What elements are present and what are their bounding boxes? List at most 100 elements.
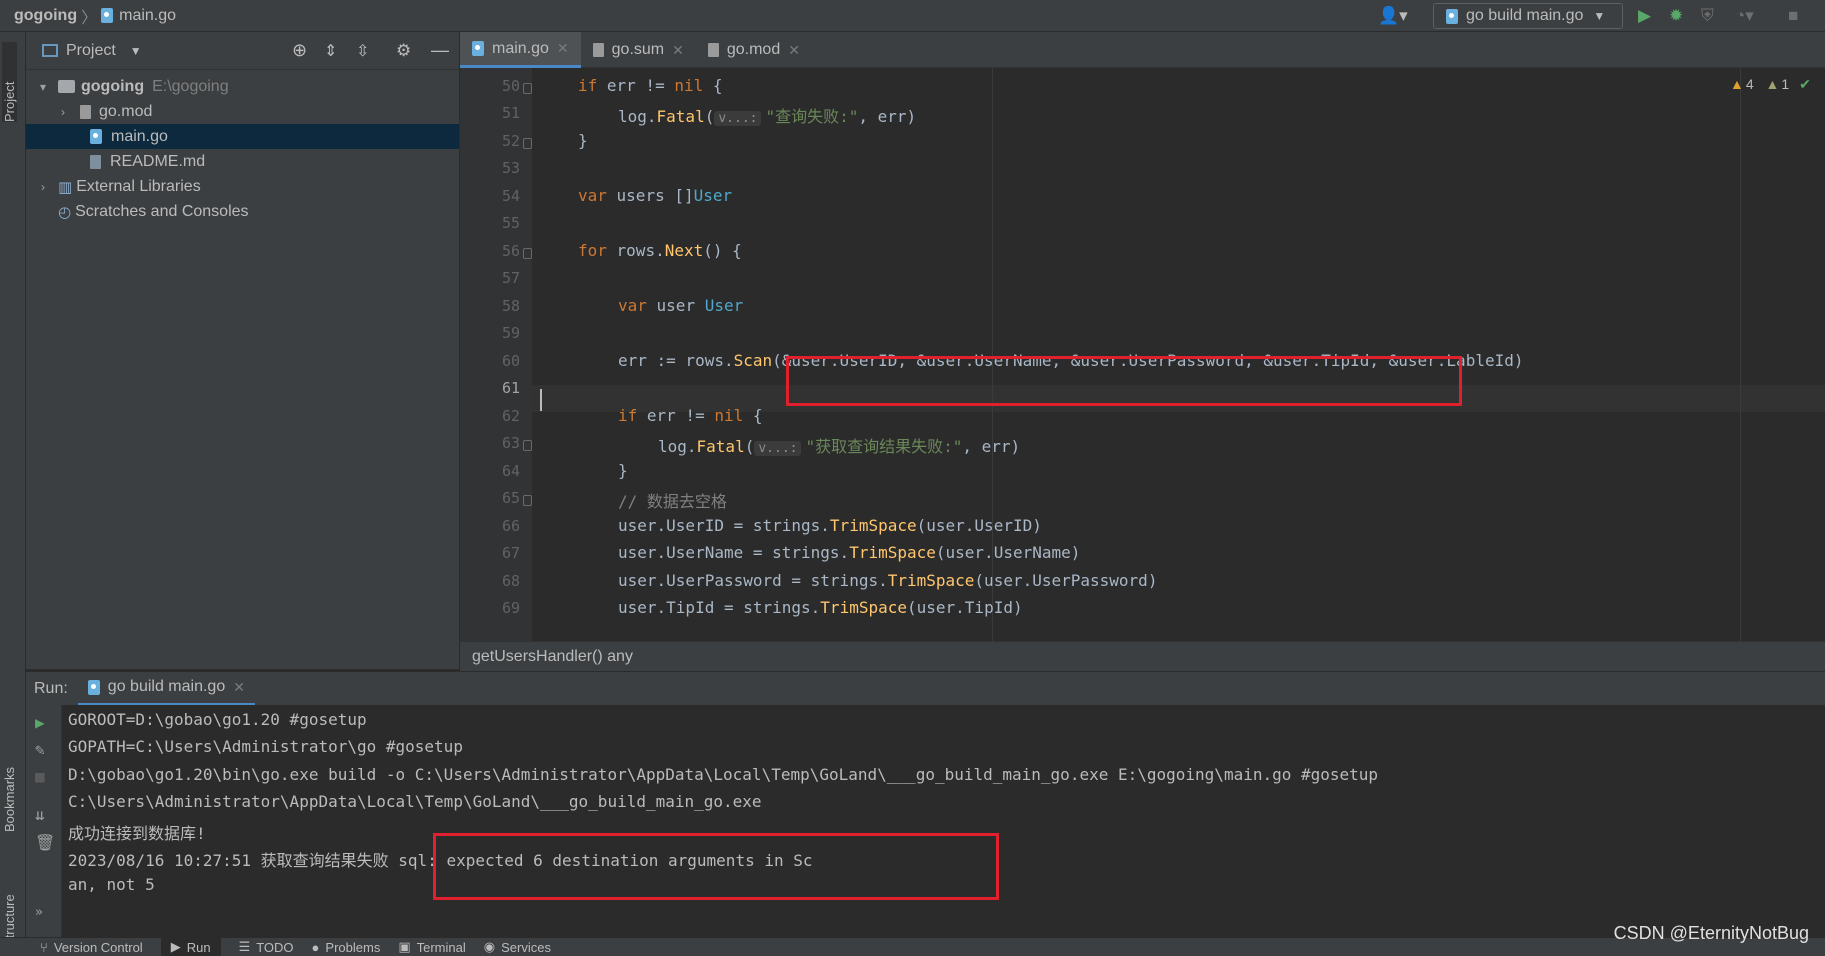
line-number: 64 xyxy=(501,461,520,480)
line-number: 68 xyxy=(501,571,520,590)
tab-services[interactable]: ◉ Services xyxy=(484,938,551,956)
editor-tab-bar: main.go ✕ go.sum ✕ go.mod ✕ xyxy=(460,32,1825,68)
tree-item-scratches[interactable]: ◴ Scratches and Consoles xyxy=(26,199,459,224)
tab-terminal[interactable]: ▣ Terminal xyxy=(398,938,465,956)
library-icon: ▥ xyxy=(58,178,73,196)
close-icon[interactable]: ✕ xyxy=(788,42,800,59)
project-panel-header: Project ▼ ⊕ ⇕ ⇳ ⚙ — xyxy=(26,32,459,70)
wrench-icon[interactable]: ✎ xyxy=(35,740,45,759)
stop-icon[interactable]: ■ xyxy=(1788,6,1798,26)
tree-item-go-mod[interactable]: › go.mod xyxy=(26,99,459,124)
tab-problems[interactable]: ● Problems xyxy=(312,938,381,956)
tree-item-label: go.mod xyxy=(99,102,153,120)
line-number: 69 xyxy=(501,599,520,617)
stop-icon[interactable]: ■ xyxy=(35,767,45,786)
fold-marker-icon[interactable] xyxy=(523,82,532,94)
run-icon[interactable]: ▶ xyxy=(1638,6,1651,26)
project-view-icon xyxy=(42,44,58,57)
tab-version-control[interactable]: ⑂ Version Control xyxy=(40,938,143,956)
debug-icon[interactable]: ✹ xyxy=(1669,6,1683,26)
tab-main-go[interactable]: main.go ✕ xyxy=(460,32,581,68)
fold-marker-icon[interactable] xyxy=(523,440,532,451)
bookmarks-tool-tab[interactable]: Bookmarks xyxy=(2,722,17,832)
chevron-down-icon: ▼ xyxy=(1593,9,1606,23)
terminal-icon: ▣ xyxy=(398,939,411,954)
breadcrumb-file[interactable]: main.go xyxy=(119,7,176,25)
chevron-down-icon[interactable]: ▾ xyxy=(36,80,50,94)
project-view-selector[interactable]: Project xyxy=(66,42,116,60)
console-line: GOROOT=D:\gobao\go1.20 #gosetup xyxy=(68,710,367,729)
project-tool-tab[interactable]: Project xyxy=(2,42,17,122)
run-configuration-selector[interactable]: go build main.go ▼ xyxy=(1433,3,1623,29)
close-icon[interactable]: ✕ xyxy=(557,40,569,57)
services-icon: ◉ xyxy=(483,939,496,954)
tab-todo[interactable]: ☰ TODO xyxy=(239,938,294,956)
fold-marker-icon[interactable] xyxy=(523,137,532,149)
collapse-all-icon[interactable]: ⇳ xyxy=(356,41,369,61)
tree-item-external-libraries[interactable]: › ▥ External Libraries xyxy=(26,174,459,199)
run-console[interactable]: ▶ ✎ ■ ⇊ 🗑 » GOROOT=D:\gobao\go1.20 #gose… xyxy=(26,705,1825,937)
tree-item-main-go[interactable]: main.go xyxy=(26,124,459,149)
rerun-icon[interactable]: ▶ xyxy=(35,713,45,732)
code-line-69: user.TipId = strings.TrimSpace(user.TipI… xyxy=(618,598,1023,617)
line-number: 62 xyxy=(501,406,520,425)
line-number: 53 xyxy=(501,159,520,177)
gear-icon[interactable]: ⚙ xyxy=(396,41,411,61)
tab-label: go.sum xyxy=(611,41,665,58)
go-file-icon xyxy=(1446,8,1458,24)
line-number: 56 xyxy=(501,241,520,260)
project-panel: Project ▼ ⊕ ⇕ ⇳ ⚙ — ▾ gogoing E:\gogoing… xyxy=(26,32,459,669)
trash-icon[interactable]: 🗑 xyxy=(35,833,55,852)
coverage-icon[interactable]: ⛨ xyxy=(1701,6,1714,26)
bottom-tool-bar: ⑂ Version Control ▶ Run ☰ TODO ● Problems ▣ T… xyxy=(0,937,1825,956)
user-account-icon[interactable]: 👤▾ xyxy=(1378,6,1408,26)
structure-tool-tab[interactable]: Structure xyxy=(2,847,17,947)
bottom-tab-label: TODO xyxy=(256,939,294,955)
tree-item-label: gogoing xyxy=(81,77,145,95)
tree-item-project-root[interactable]: ▾ gogoing E:\gogoing xyxy=(26,74,459,99)
check-icon: ✔ xyxy=(1799,76,1811,92)
tree-item-readme[interactable]: README.md xyxy=(26,149,459,174)
hide-panel-icon[interactable]: — xyxy=(431,40,449,61)
breadcrumb-project[interactable]: gogoing xyxy=(14,7,77,25)
tree-item-label: main.go xyxy=(111,127,168,145)
locate-file-icon[interactable]: ⊕ xyxy=(292,40,307,61)
inspection-widget[interactable]: ▲ 4 ▲ 1 ✔ xyxy=(1730,76,1811,93)
close-icon[interactable]: ✕ xyxy=(233,679,245,696)
tab-go-sum[interactable]: go.sum ✕ xyxy=(581,32,696,68)
problems-icon: ● xyxy=(311,939,320,955)
list-icon: ☰ xyxy=(238,939,251,954)
code-line-52: } xyxy=(578,131,588,150)
expand-all-icon[interactable]: ⇕ xyxy=(324,41,337,61)
code-line-56: for rows.Next() { xyxy=(578,241,742,260)
console-line: 成功连接到数据库! xyxy=(68,824,206,843)
code-line-62: if err != nil { xyxy=(618,406,763,425)
warning-count: 4 xyxy=(1745,76,1754,92)
scroll-to-end-icon[interactable]: ⇊ xyxy=(35,805,45,824)
chevron-right-icon[interactable]: › xyxy=(56,105,70,119)
chevron-right-icon[interactable]: › xyxy=(36,180,50,194)
line-number: 65 xyxy=(501,489,520,507)
code-line-54: var users []User xyxy=(578,186,733,205)
breadcrumb-separator: 〉 xyxy=(81,9,98,27)
console-line: D:\gobao\go1.20\bin\go.exe build -o C:\U… xyxy=(68,765,1379,784)
tab-run[interactable]: ▶ Run xyxy=(160,938,221,956)
chevron-down-icon[interactable]: ▼ xyxy=(130,44,142,58)
fold-marker-icon[interactable] xyxy=(523,247,532,259)
close-icon[interactable]: ✕ xyxy=(672,42,684,59)
editor-breadcrumb[interactable]: getUsersHandler() any xyxy=(460,641,1825,671)
line-number: 67 xyxy=(501,544,520,562)
code-line-66: user.UserID = strings.TrimSpace(user.Use… xyxy=(618,516,1042,535)
parameter-hint: v...: xyxy=(754,441,802,456)
profile-icon[interactable]: ◔▾ xyxy=(1735,6,1754,26)
tree-item-label: External Libraries xyxy=(76,177,201,195)
mod-file-icon xyxy=(80,104,91,119)
fold-marker-icon[interactable] xyxy=(523,495,532,506)
tab-go-mod[interactable]: go.mod ✕ xyxy=(696,32,812,68)
run-tab-label: go build main.go xyxy=(107,678,226,695)
code-editor[interactable]: 4950515253545556575859606162636465666768… xyxy=(460,68,1825,641)
code-line-58: var user User xyxy=(618,296,744,315)
more-icon[interactable]: » xyxy=(35,905,43,920)
function-breadcrumb[interactable]: getUsersHandler() any xyxy=(472,648,633,666)
run-tab[interactable]: go build main.go ✕ xyxy=(77,672,255,706)
